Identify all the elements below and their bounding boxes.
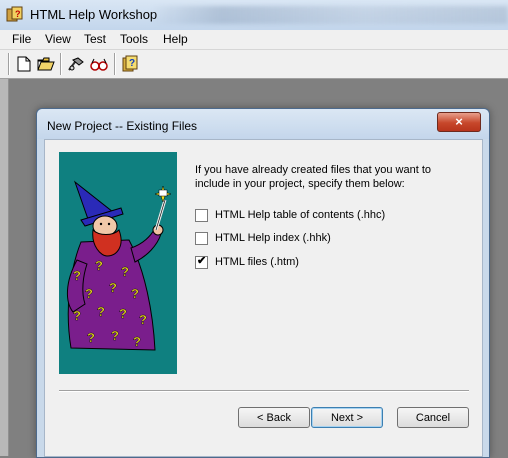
menu-test[interactable]: Test bbox=[84, 32, 106, 46]
svg-text:?: ? bbox=[133, 334, 141, 349]
svg-text:?: ? bbox=[139, 312, 147, 327]
compile-icon[interactable] bbox=[66, 54, 86, 74]
back-button[interactable]: < Back bbox=[238, 407, 310, 428]
svg-text:?: ? bbox=[131, 286, 139, 301]
svg-text:?: ? bbox=[15, 9, 21, 19]
toolbar-separator bbox=[8, 53, 10, 75]
option-html-files[interactable]: ✔ HTML files (.htm) bbox=[195, 254, 299, 270]
svg-text:?: ? bbox=[97, 304, 105, 319]
dialog-divider bbox=[59, 390, 469, 392]
new-project-dialog: New Project -- Existing Files × ? ? ? ? … bbox=[36, 108, 490, 458]
next-button[interactable]: Next > bbox=[311, 407, 383, 428]
toolbar-separator bbox=[60, 53, 62, 75]
svg-text:?: ? bbox=[87, 330, 95, 345]
new-file-icon[interactable] bbox=[14, 54, 34, 74]
svg-text:?: ? bbox=[121, 264, 129, 279]
dialog-body: ? ? ? ? ? ? ? ? ? ? ? ? ? If you have al… bbox=[44, 139, 483, 457]
toolbar: ? bbox=[0, 50, 508, 79]
app-title: HTML Help Workshop bbox=[30, 7, 158, 22]
help-workshop-app-icon: ? bbox=[6, 6, 24, 24]
cancel-button[interactable]: Cancel bbox=[397, 407, 469, 428]
menu-bar: File View Test Tools Help bbox=[0, 30, 508, 50]
html-files-label: HTML files (.htm) bbox=[215, 256, 299, 268]
dialog-title: New Project -- Existing Files bbox=[47, 119, 198, 133]
index-label: HTML Help index (.hhk) bbox=[215, 232, 331, 244]
toc-checkbox[interactable] bbox=[195, 208, 208, 222]
menu-file[interactable]: File bbox=[12, 32, 31, 46]
menu-tools[interactable]: Tools bbox=[120, 32, 148, 46]
menu-help[interactable]: Help bbox=[163, 32, 188, 46]
checkmark-icon: ✔ bbox=[197, 254, 207, 267]
svg-text:?: ? bbox=[119, 306, 127, 321]
toolbar-separator bbox=[114, 53, 116, 75]
workspace-left-pane bbox=[0, 79, 9, 456]
help-icon[interactable]: ? bbox=[120, 54, 140, 74]
blurred-title-area bbox=[150, 6, 508, 24]
svg-text:?: ? bbox=[73, 308, 81, 323]
option-index[interactable]: HTML Help index (.hhk) bbox=[195, 230, 331, 246]
wizard-illustration: ? ? ? ? ? ? ? ? ? ? ? ? ? bbox=[59, 152, 177, 374]
svg-text:?: ? bbox=[109, 280, 117, 295]
option-toc[interactable]: HTML Help table of contents (.hhc) bbox=[195, 207, 385, 223]
open-folder-icon[interactable] bbox=[36, 54, 56, 74]
svg-text:?: ? bbox=[129, 58, 135, 69]
view-compiled-icon[interactable] bbox=[89, 54, 109, 74]
toc-label: HTML Help table of contents (.hhc) bbox=[215, 209, 386, 221]
svg-text:?: ? bbox=[73, 268, 81, 283]
app-titlebar: ? HTML Help Workshop bbox=[0, 0, 508, 31]
svg-text:?: ? bbox=[85, 286, 93, 301]
html-files-checkbox[interactable]: ✔ bbox=[195, 254, 208, 269]
dialog-titlebar: New Project -- Existing Files × bbox=[37, 109, 489, 139]
dialog-description: If you have already created files that y… bbox=[195, 164, 432, 190]
svg-text:?: ? bbox=[111, 328, 119, 343]
menu-view[interactable]: View bbox=[45, 32, 71, 46]
svg-text:?: ? bbox=[95, 258, 103, 273]
index-checkbox[interactable] bbox=[195, 231, 208, 245]
close-button[interactable]: × bbox=[437, 112, 481, 132]
